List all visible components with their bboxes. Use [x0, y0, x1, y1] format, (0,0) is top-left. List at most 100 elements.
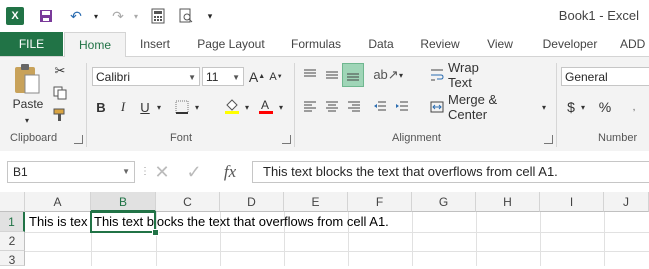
font-name-value: Calibri [96, 70, 131, 84]
redo-dropdown-icon[interactable]: ▾ [126, 6, 146, 26]
cell-a1-text: This is tex [29, 214, 88, 229]
top-align-icon[interactable] [300, 65, 320, 85]
orientation-icon[interactable]: ab↗ [373, 65, 398, 85]
borders-dropdown-icon[interactable]: ▾ [192, 97, 202, 117]
redo-icon[interactable]: ↷ [108, 6, 128, 26]
undo-dropdown-icon[interactable]: ▾ [86, 6, 106, 26]
name-box[interactable]: B1 ▼ [7, 161, 135, 183]
borders-icon[interactable] [172, 97, 192, 117]
paste-dropdown-icon[interactable]: ▾ [16, 114, 38, 126]
enter-icon[interactable]: ✓ [182, 161, 206, 183]
name-box-dropdown-icon[interactable]: ▼ [122, 162, 130, 182]
font-size-dropdown-icon[interactable]: ▼ [232, 68, 240, 87]
save-icon[interactable] [36, 6, 56, 26]
currency-dropdown-icon[interactable]: ▾ [578, 97, 588, 117]
italic-icon[interactable]: I [114, 97, 132, 117]
merge-center-icon[interactable] [428, 97, 446, 117]
font-group-label: Font [170, 132, 193, 144]
font-name-combo[interactable]: Calibri ▼ [92, 67, 200, 86]
tab-view[interactable]: View [483, 32, 517, 56]
cell-a1[interactable]: This is tex [27, 213, 90, 231]
percent-icon[interactable]: % [596, 97, 614, 117]
wrap-text-icon[interactable] [428, 65, 446, 85]
font-launcher-icon[interactable] [282, 135, 291, 144]
calculator-icon[interactable] [148, 6, 168, 26]
group-divider [86, 63, 87, 147]
bottom-align-icon[interactable] [342, 63, 364, 87]
tab-file[interactable]: FILE [0, 32, 63, 56]
tab-review[interactable]: Review [418, 32, 462, 56]
copy-icon[interactable] [50, 83, 70, 103]
tab-developer[interactable]: Developer [538, 32, 602, 56]
row-header-1[interactable]: 1 [0, 212, 25, 232]
comma-style-icon[interactable]: , [624, 97, 644, 117]
worksheet-grid: A B C D E F G H I J 1 2 3 This is tex Th… [0, 192, 649, 267]
decrease-font-size-button[interactable]: A ▼ [268, 67, 284, 86]
column-header-e[interactable]: E [284, 192, 348, 212]
column-header-g[interactable]: G [412, 192, 476, 212]
row-header-3[interactable]: 3 [0, 251, 25, 267]
tab-formulas[interactable]: Formulas [288, 32, 344, 56]
align-right-icon[interactable] [344, 97, 364, 117]
paste-icon[interactable] [10, 62, 44, 96]
alignment-group-label: Alignment [392, 132, 441, 144]
column-header-c[interactable]: C [156, 192, 220, 212]
clipboard-launcher-icon[interactable] [74, 135, 83, 144]
column-header-i[interactable]: I [540, 192, 604, 212]
tab-home[interactable]: Home [64, 32, 126, 58]
fill-color-icon[interactable] [222, 95, 242, 117]
gridline [540, 212, 541, 266]
font-size-value: 11 [206, 70, 219, 84]
row-header-2[interactable]: 2 [0, 232, 25, 251]
font-name-dropdown-icon[interactable]: ▼ [188, 68, 196, 87]
undo-icon[interactable]: ↶ [66, 6, 86, 26]
tab-page-layout[interactable]: Page Layout [195, 32, 267, 56]
tab-insert[interactable]: Insert [136, 32, 174, 56]
align-left-icon[interactable] [300, 97, 320, 117]
column-header-h[interactable]: H [476, 192, 540, 212]
tab-add-ins[interactable]: ADD [620, 32, 649, 56]
fill-color-dropdown-icon[interactable]: ▾ [242, 97, 252, 117]
decrease-indent-icon[interactable] [370, 97, 390, 117]
column-header-j[interactable]: J [604, 192, 649, 212]
column-header-a[interactable]: A [25, 192, 91, 212]
cut-icon[interactable]: ✂ [50, 61, 70, 81]
font-size-combo[interactable]: 11 ▼ [202, 67, 244, 86]
wrap-text-button[interactable]: Wrap Text [448, 60, 504, 90]
increase-font-size-button[interactable]: A ▲ [248, 67, 266, 86]
currency-icon[interactable]: $ [564, 97, 578, 117]
ribbon-tabs: FILE Home Insert Page Layout Formulas Da… [0, 32, 649, 58]
font-color-icon[interactable]: A [256, 95, 276, 117]
format-painter-icon[interactable] [50, 105, 70, 125]
print-preview-icon[interactable] [176, 6, 196, 26]
column-header-d[interactable]: D [220, 192, 284, 212]
decrease-font-label: A [269, 70, 277, 83]
increase-font-label: A [248, 68, 259, 85]
increase-indent-icon[interactable] [392, 97, 412, 117]
window-title: Book1 - Excel [558, 8, 639, 23]
middle-align-icon[interactable] [322, 65, 342, 85]
orientation-dropdown-icon[interactable]: ▾ [396, 65, 406, 85]
column-header-f[interactable]: F [348, 192, 412, 212]
fill-handle[interactable] [152, 229, 159, 236]
name-box-value: B1 [13, 165, 28, 179]
number-format-combo[interactable]: General [561, 67, 649, 86]
paste-button-label[interactable]: Paste [10, 97, 46, 111]
insert-function-icon[interactable]: fx [216, 160, 244, 184]
underline-icon[interactable]: U [136, 97, 154, 117]
formula-input[interactable]: This text blocks the text that overflows… [252, 161, 649, 183]
column-header-b[interactable]: B [91, 192, 156, 212]
merge-center-dropdown-icon[interactable]: ▾ [538, 97, 550, 117]
underline-dropdown-icon[interactable]: ▾ [154, 97, 164, 117]
font-color-dropdown-icon[interactable]: ▾ [276, 97, 286, 117]
alignment-launcher-icon[interactable] [544, 135, 553, 144]
number-format-value: General [565, 70, 608, 84]
gridline [604, 212, 605, 266]
merge-center-button[interactable]: Merge & Center [448, 92, 538, 122]
tab-data[interactable]: Data [365, 32, 397, 56]
customize-qat-icon[interactable]: ▾ [200, 6, 220, 26]
align-center-icon[interactable] [322, 97, 342, 117]
cancel-icon[interactable]: ✕ [150, 161, 174, 183]
bold-icon[interactable]: B [92, 97, 110, 117]
select-all-corner[interactable] [0, 192, 25, 212]
